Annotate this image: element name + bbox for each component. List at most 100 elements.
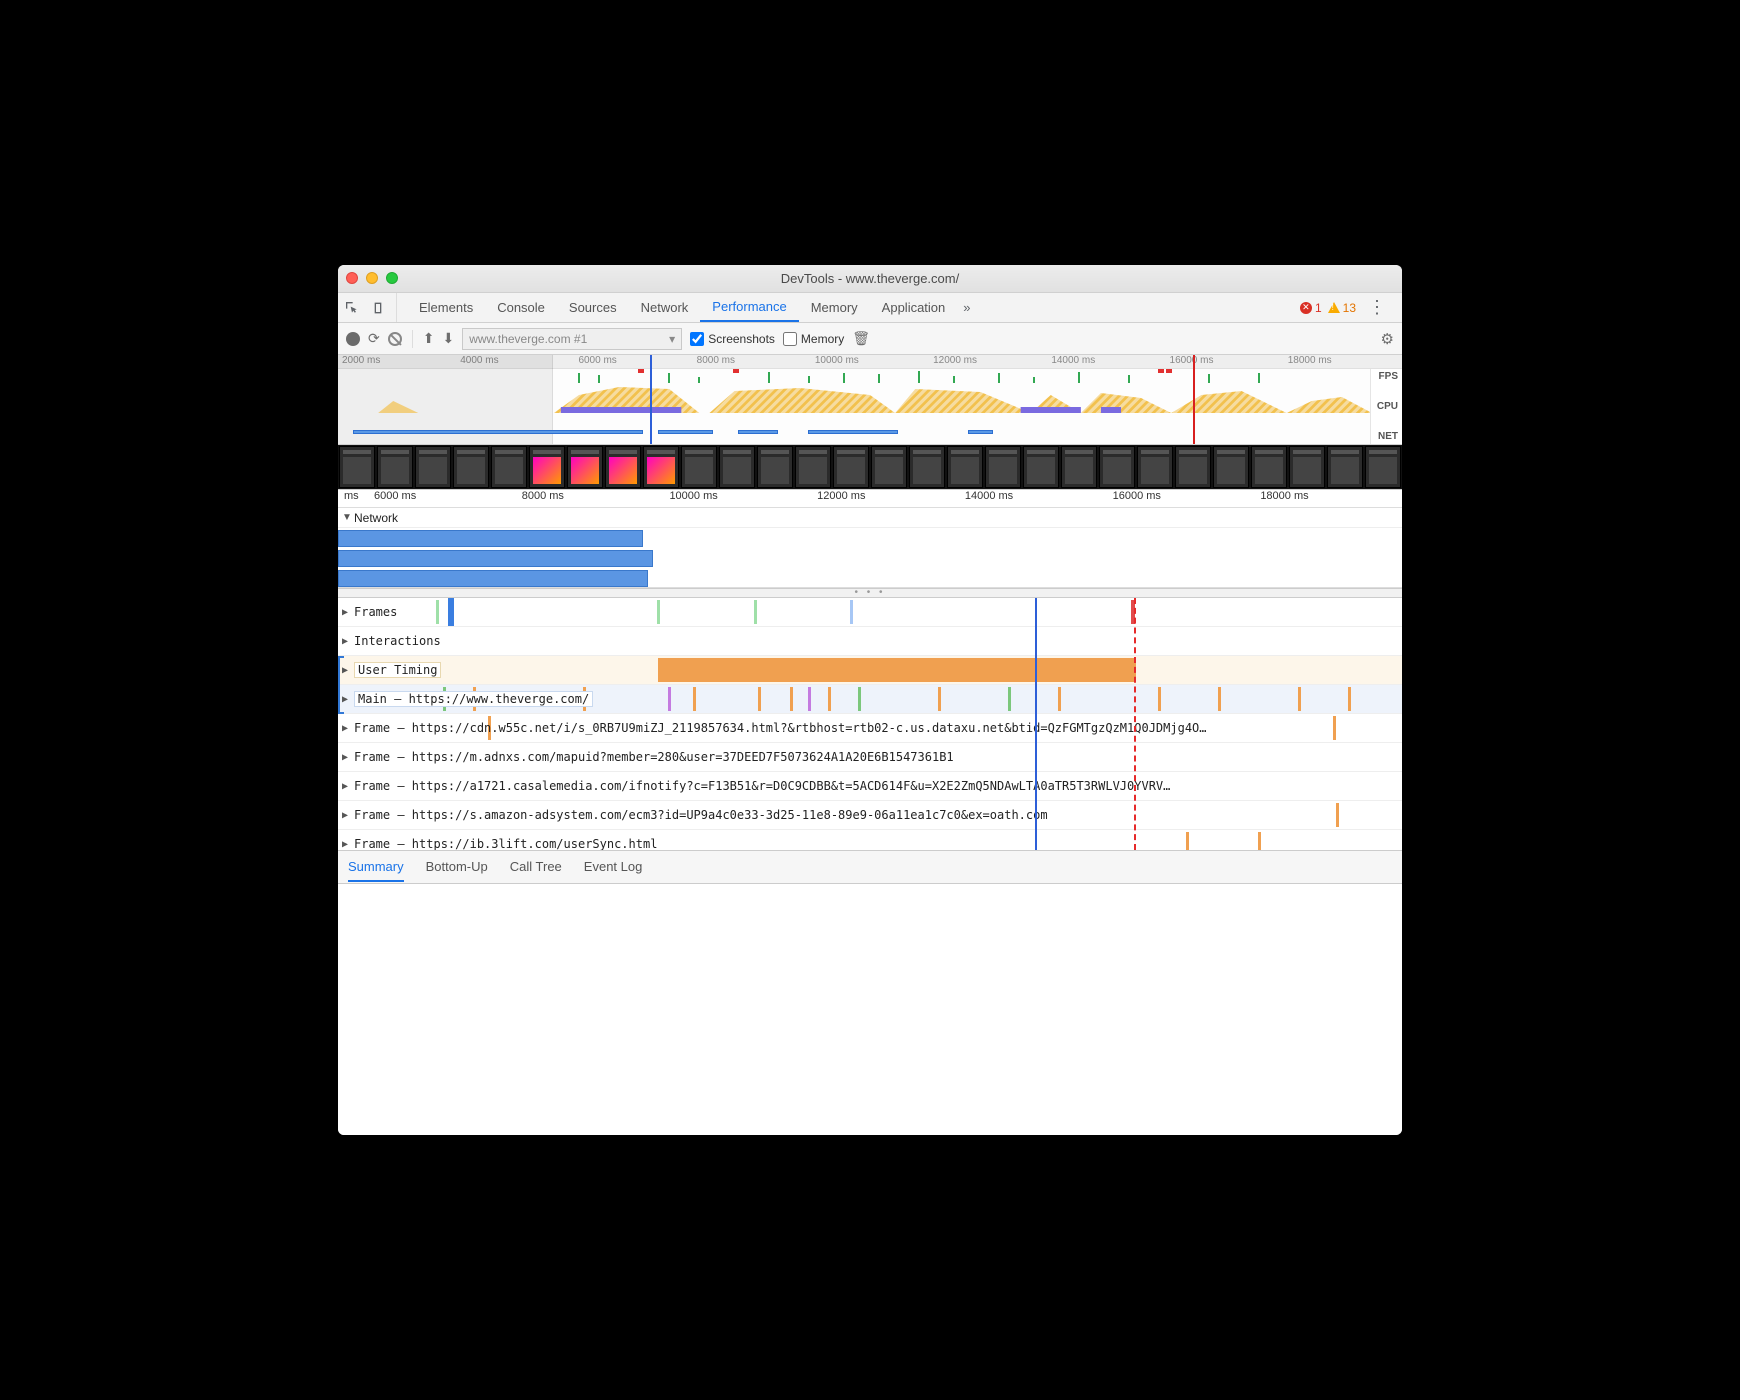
- screenshot-thumb[interactable]: [339, 446, 375, 488]
- window-minimize-button[interactable]: [366, 272, 378, 284]
- lane-main-thread[interactable]: ▶Main — https://www.theverge.com/: [338, 685, 1402, 714]
- overview-selection-start[interactable]: [650, 355, 652, 444]
- screenshot-thumb[interactable]: [909, 446, 945, 488]
- lane-frame[interactable]: ▶Frame — https://a1721.casalemedia.com/i…: [338, 772, 1402, 801]
- disclosure-triangle-icon[interactable]: ▶: [342, 839, 352, 850]
- memory-toggle[interactable]: Memory: [783, 332, 844, 346]
- lane-frame[interactable]: ▶Frame — https://cdn.w55c.net/i/s_0RB7U9…: [338, 714, 1402, 743]
- details-tab-bottom-up[interactable]: Bottom-Up: [426, 859, 488, 874]
- lane-label: Frame — https://ib.3lift.com/userSync.ht…: [354, 837, 657, 850]
- lane-label: Frame — https://m.adnxs.com/mapuid?membe…: [354, 750, 954, 764]
- screenshot-thumb[interactable]: [757, 446, 793, 488]
- screenshot-thumb[interactable]: [871, 446, 907, 488]
- details-tabs: Summary Bottom-Up Call Tree Event Log: [338, 850, 1402, 884]
- panel-tabs: Elements Console Sources Network Perform…: [407, 293, 977, 322]
- screenshot-thumb[interactable]: [947, 446, 983, 488]
- tab-memory[interactable]: Memory: [799, 293, 870, 322]
- error-count-value: 1: [1315, 301, 1322, 315]
- details-tab-call-tree[interactable]: Call Tree: [510, 859, 562, 874]
- details-tab-summary[interactable]: Summary: [348, 859, 404, 882]
- screenshot-thumb[interactable]: [1289, 446, 1325, 488]
- memory-checkbox[interactable]: [783, 332, 797, 346]
- main-ruler-tick: 18000 ms: [1254, 490, 1402, 507]
- disclosure-triangle-icon[interactable]: ▶: [342, 636, 352, 647]
- screenshot-thumb[interactable]: [491, 446, 527, 488]
- tab-console[interactable]: Console: [485, 293, 557, 322]
- screenshot-thumb[interactable]: [605, 446, 641, 488]
- tab-application[interactable]: Application: [870, 293, 958, 322]
- screenshot-thumb[interactable]: [1099, 446, 1135, 488]
- screenshot-thumb[interactable]: [1327, 446, 1363, 488]
- screenshot-thumb[interactable]: [795, 446, 831, 488]
- more-tabs-chevron-icon[interactable]: »: [957, 300, 976, 315]
- disclosure-triangle-icon[interactable]: ▶: [342, 810, 352, 821]
- warning-count[interactable]: 13: [1328, 301, 1356, 315]
- recording-selector[interactable]: www.theverge.com #1 ▾: [462, 328, 682, 350]
- screenshot-thumb[interactable]: [681, 446, 717, 488]
- reload-button[interactable]: ⟳: [368, 330, 380, 347]
- trash-icon[interactable]: 🗑: [852, 330, 870, 347]
- screenshot-thumb[interactable]: [1213, 446, 1249, 488]
- screenshot-thumb[interactable]: [1137, 446, 1173, 488]
- screenshot-thumb[interactable]: [985, 446, 1021, 488]
- screenshots-checkbox[interactable]: [690, 332, 704, 346]
- lane-interactions[interactable]: ▶Interactions: [338, 627, 1402, 656]
- screenshots-toggle[interactable]: Screenshots: [690, 332, 775, 346]
- screenshot-thumb[interactable]: [453, 446, 489, 488]
- screenshot-thumb[interactable]: [529, 446, 565, 488]
- screenshot-thumb[interactable]: [415, 446, 451, 488]
- inspect-element-icon[interactable]: [344, 300, 360, 316]
- screenshot-thumb[interactable]: [377, 446, 413, 488]
- flamechart-area[interactable]: ▶Frames ▶Interactions ▶User Timing: [338, 598, 1402, 850]
- screenshot-filmstrip[interactable]: [338, 445, 1402, 490]
- screenshot-thumb[interactable]: [1023, 446, 1059, 488]
- tab-elements[interactable]: Elements: [407, 293, 485, 322]
- screenshot-thumb[interactable]: [1251, 446, 1287, 488]
- screenshot-thumb[interactable]: [643, 446, 679, 488]
- screenshot-thumb[interactable]: [567, 446, 603, 488]
- overview-timeline[interactable]: 2000 ms 4000 ms 6000 ms 8000 ms 10000 ms…: [338, 355, 1402, 445]
- screenshot-thumb[interactable]: [719, 446, 755, 488]
- panel-tabstrip: Elements Console Sources Network Perform…: [338, 293, 1402, 323]
- tab-performance[interactable]: Performance: [700, 293, 798, 322]
- network-bars[interactable]: [338, 528, 1402, 588]
- lane-frame[interactable]: ▶Frame — https://m.adnxs.com/mapuid?memb…: [338, 743, 1402, 772]
- tab-network[interactable]: Network: [629, 293, 701, 322]
- settings-gear-icon[interactable]: ⚙: [1381, 330, 1394, 348]
- ov-tick: 6000 ms: [574, 355, 692, 368]
- disclosure-triangle-icon[interactable]: ▶: [342, 752, 352, 763]
- lane-label: Frame — https://cdn.w55c.net/i/s_0RB7U9m…: [354, 721, 1207, 735]
- screenshot-thumb[interactable]: [1061, 446, 1097, 488]
- lane-frame[interactable]: ▶Frame — https://ib.3lift.com/userSync.h…: [338, 830, 1402, 850]
- screenshot-thumb[interactable]: [833, 446, 869, 488]
- main-ruler-tick: 8000 ms: [516, 490, 664, 507]
- overview-selection-end[interactable]: [1193, 355, 1195, 444]
- lane-label: Frames: [354, 605, 397, 619]
- upload-icon[interactable]: ⬆: [423, 330, 435, 347]
- details-tab-event-log[interactable]: Event Log: [584, 859, 643, 874]
- window-close-button[interactable]: [346, 272, 358, 284]
- lane-user-timing[interactable]: ▶User Timing: [338, 656, 1402, 685]
- screenshot-thumb[interactable]: [1365, 446, 1401, 488]
- window-zoom-button[interactable]: [386, 272, 398, 284]
- clear-button[interactable]: [388, 332, 402, 346]
- lane-frames[interactable]: ▶Frames: [338, 598, 1402, 627]
- disclosure-triangle-icon[interactable]: ▶: [342, 723, 352, 734]
- network-section-header[interactable]: ▼ Network: [338, 508, 1402, 528]
- pane-splitter[interactable]: • • •: [338, 588, 1402, 598]
- screenshot-thumb[interactable]: [1175, 446, 1211, 488]
- tab-sources[interactable]: Sources: [557, 293, 629, 322]
- window-title: DevTools - www.theverge.com/: [781, 271, 959, 286]
- record-button[interactable]: [346, 332, 360, 346]
- kebab-menu-icon[interactable]: ⋮: [1362, 297, 1392, 318]
- error-count[interactable]: ✕ 1: [1300, 301, 1322, 315]
- disclosure-triangle-icon[interactable]: ▶: [342, 781, 352, 792]
- lane-frame[interactable]: ▶Frame — https://s.amazon-adsystem.com/e…: [338, 801, 1402, 830]
- download-icon[interactable]: ⬇: [442, 330, 454, 347]
- disclosure-triangle-icon[interactable]: ▼: [342, 512, 352, 523]
- device-toggle-icon[interactable]: [370, 300, 386, 316]
- ov-tick: 10000 ms: [811, 355, 929, 368]
- playhead-marker[interactable]: [1035, 598, 1037, 850]
- ov-label-fps: FPS: [1379, 371, 1398, 382]
- disclosure-triangle-icon[interactable]: ▶: [342, 607, 352, 618]
